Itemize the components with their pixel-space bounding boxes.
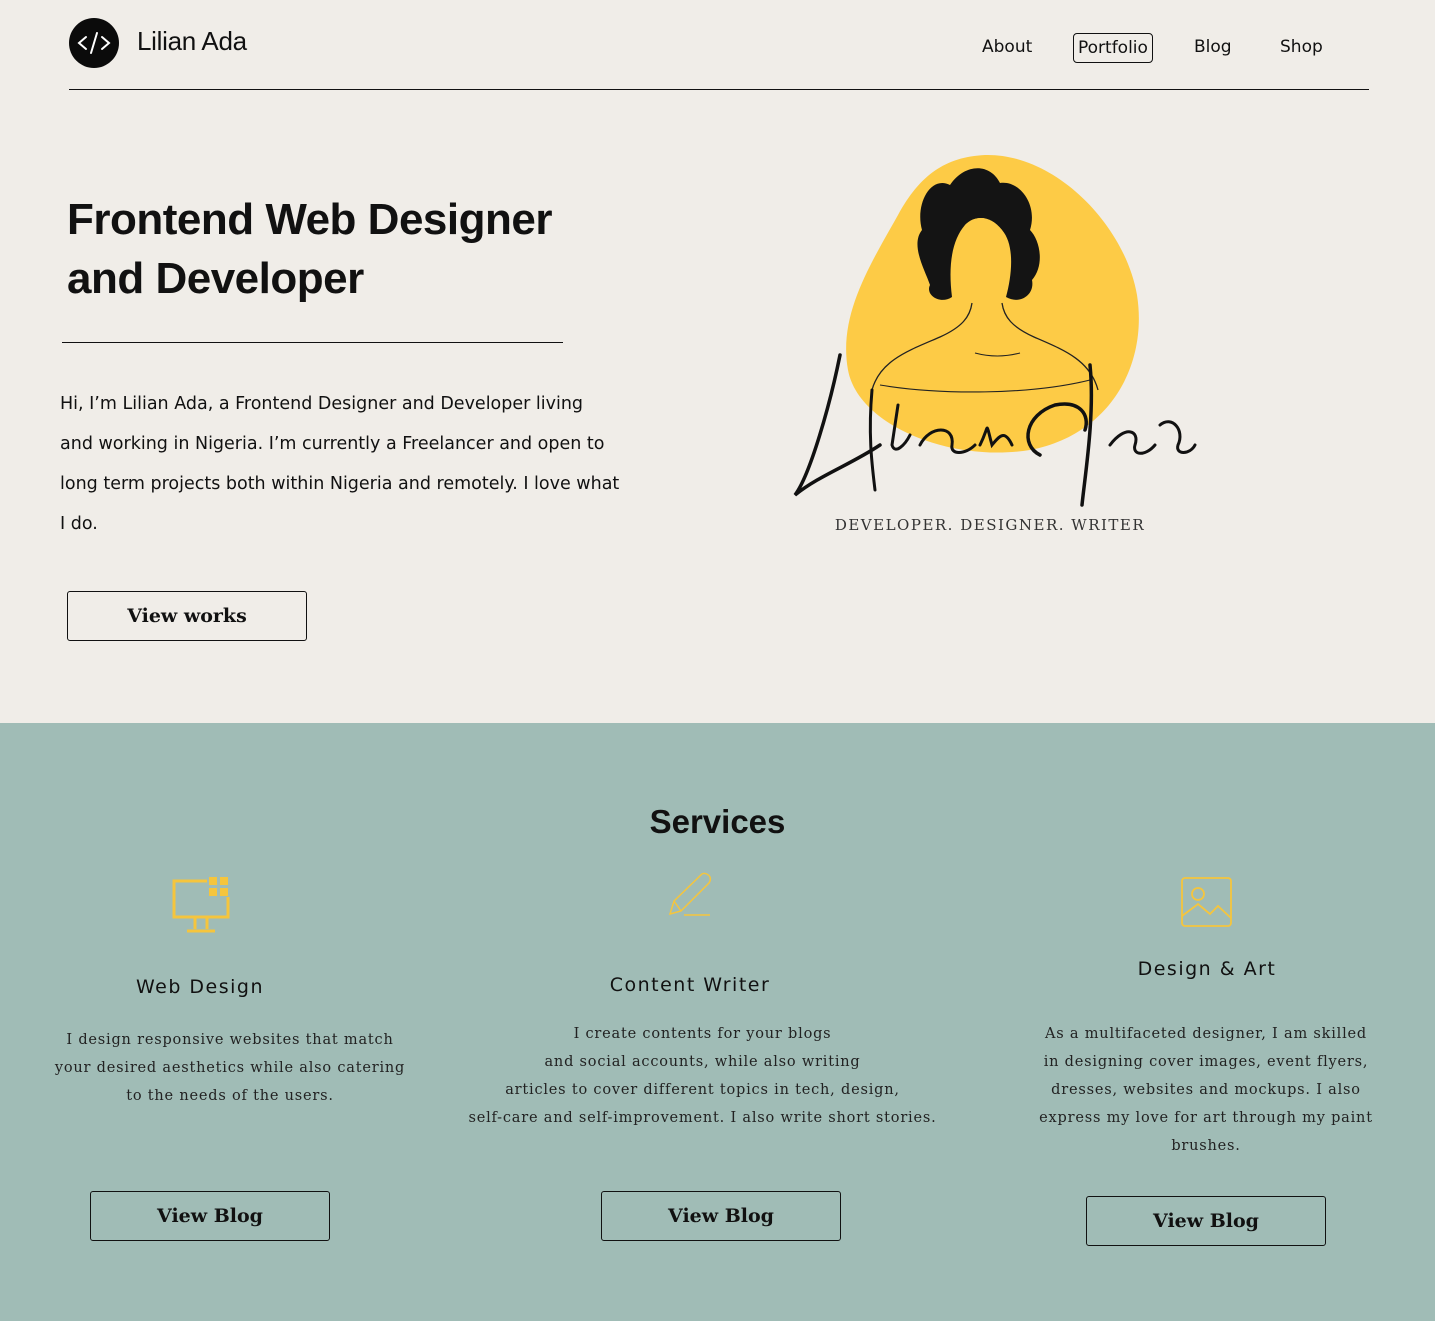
hero-divider xyxy=(62,342,563,343)
illustration-tagline: DEVELOPER. DESIGNER. WRITER xyxy=(834,516,1146,534)
services-section: Services Web Design I design responsive … xyxy=(0,723,1435,1321)
services-title: Services xyxy=(649,803,786,840)
desc-line: in designing cover images, event flyers, xyxy=(1043,1054,1369,1070)
desc-line: I design responsive websites that match xyxy=(66,1032,394,1048)
header-divider xyxy=(69,89,1369,90)
site-header: Lilian Ada About Portfolio Blog Shop xyxy=(0,0,1435,92)
hero-title-line1: Frontend Web Designer xyxy=(67,195,552,244)
service-desc-content-writer: I create contents for your blogs and soc… xyxy=(455,1020,950,1132)
view-blog-button-web-design[interactable]: View Blog xyxy=(90,1191,330,1241)
service-desc-design-art: As a multifaceted designer, I am skilled… xyxy=(1026,1020,1386,1160)
desc-line: your desired aesthetics while also cater… xyxy=(54,1060,406,1076)
hero-title-line2: and Developer xyxy=(67,254,364,303)
desc-line: brushes. xyxy=(1171,1138,1241,1154)
view-blog-button-design-art[interactable]: View Blog xyxy=(1086,1196,1326,1246)
desc-line: I create contents for your blogs xyxy=(573,1026,832,1042)
nav-portfolio[interactable]: Portfolio xyxy=(1073,33,1153,63)
service-name-web-design: Web Design xyxy=(135,976,265,998)
main-nav: About Portfolio Blog Shop xyxy=(0,33,1435,63)
nav-blog[interactable]: Blog xyxy=(1194,33,1232,61)
service-desc-web-design: I design responsive websites that match … xyxy=(40,1026,420,1110)
monitor-icon xyxy=(171,875,233,939)
hero-intro: Hi, I’m Lilian Ada, a Frontend Designer … xyxy=(60,394,620,534)
view-works-button[interactable]: View works xyxy=(67,591,307,641)
desc-line: express my love for art through my paint xyxy=(1039,1110,1373,1126)
hero-title: Frontend Web Designer and Developer xyxy=(67,190,627,308)
pencil-icon xyxy=(666,871,714,923)
service-name-design-art: Design & Art xyxy=(1137,958,1277,980)
desc-line: dresses, websites and mockups. I also xyxy=(1051,1082,1361,1098)
image-icon xyxy=(1180,876,1234,932)
nav-shop[interactable]: Shop xyxy=(1280,33,1323,61)
view-blog-button-content-writer[interactable]: View Blog xyxy=(601,1191,841,1241)
service-name-content-writer: Content Writer xyxy=(609,974,771,996)
desc-line: As a multifaceted designer, I am skilled xyxy=(1044,1026,1368,1042)
desc-line: self-care and self-improvement. I also w… xyxy=(468,1110,937,1126)
desc-line: articles to cover different topics in te… xyxy=(505,1082,900,1098)
nav-about[interactable]: About xyxy=(982,33,1032,61)
portrait-illustration xyxy=(780,145,1210,545)
desc-line: and social accounts, while also writing xyxy=(544,1054,861,1070)
desc-line: to the needs of the users. xyxy=(126,1088,334,1104)
